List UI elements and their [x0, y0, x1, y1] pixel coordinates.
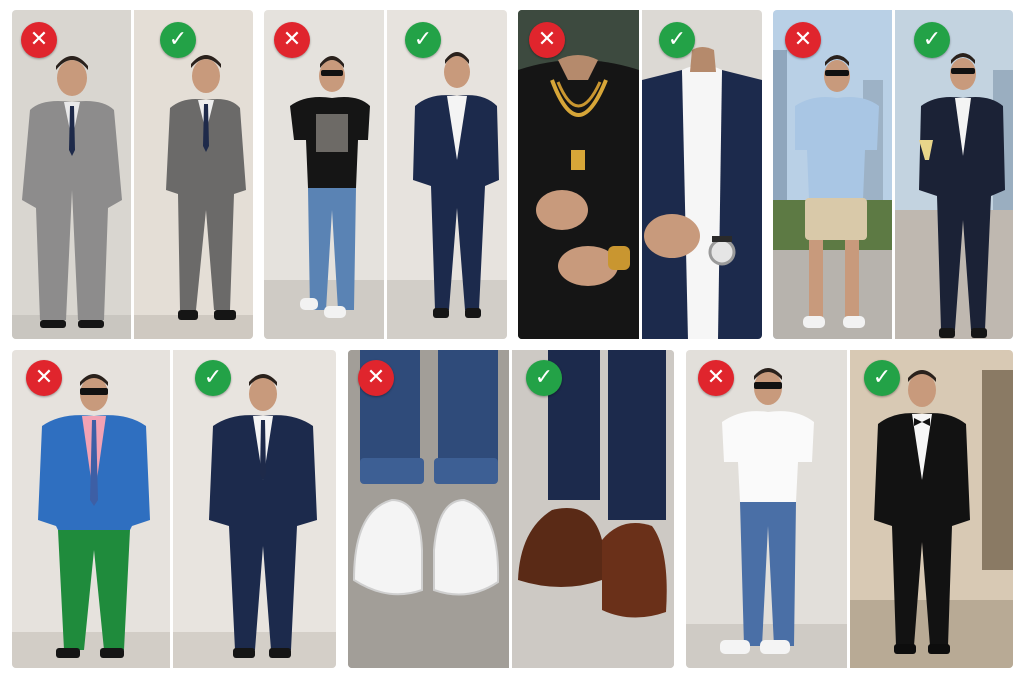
navy-blazer-figure [387, 52, 507, 339]
tee-and-jeans-figure [686, 368, 847, 668]
x-mark-icon: ✕ [358, 360, 394, 396]
good-panel-navy-suit: ✓ [173, 350, 336, 668]
graphic-tee-figure [264, 56, 384, 339]
good-panel-simple-watch: ✓ [642, 10, 762, 339]
x-mark-icon: ✕ [698, 360, 734, 396]
bad-panel-sneakers: ✕ [348, 350, 509, 668]
good-panel-tuxedo: ✓ [850, 350, 1013, 668]
comparison-card-formal-event: ✕ ✓ [686, 350, 1013, 668]
clashing-colors-figure [12, 374, 170, 668]
good-panel-dark-suit: ✓ [895, 10, 1013, 339]
shorts-outfit-figure [773, 50, 892, 339]
dark-suit-champagne-figure [895, 53, 1013, 339]
comparison-card-event-dress: ✕ ✓ [773, 10, 1013, 339]
checkmark-icon: ✓ [914, 22, 950, 58]
tuxedo-figure [850, 370, 1013, 668]
comparison-card-jewelry: ✕ ✓ [518, 10, 762, 339]
white-sneakers-closeup [348, 350, 509, 668]
simple-watch-closeup [642, 47, 762, 339]
x-mark-icon: ✕ [529, 22, 565, 58]
brown-oxfords-closeup [512, 350, 674, 668]
comparison-card-graphic-tee-vs-blazer: ✕ ✓ [264, 10, 507, 339]
bad-panel-graphic-tee: ✕ [264, 10, 384, 339]
checkmark-icon: ✓ [526, 360, 562, 396]
bad-panel-shorts-outfit: ✕ [773, 10, 892, 339]
good-panel-tailored-suit: ✓ [134, 10, 253, 339]
navy-suit-figure [173, 374, 336, 668]
x-mark-icon: ✕ [21, 22, 57, 58]
oversized-suit-figure [12, 56, 131, 339]
checkmark-icon: ✓ [864, 360, 900, 396]
bad-panel-clashing-colors: ✕ [12, 350, 170, 668]
gold-chains-closeup [518, 10, 639, 339]
comparison-card-color-clash: ✕ ✓ [12, 350, 336, 668]
checkmark-icon: ✓ [659, 22, 695, 58]
bad-panel-gold-chains: ✕ [518, 10, 639, 339]
x-mark-icon: ✕ [26, 360, 62, 396]
comparison-card-footwear: ✕ ✓ [348, 350, 674, 668]
good-panel-navy-blazer: ✓ [387, 10, 507, 339]
x-mark-icon: ✕ [785, 22, 821, 58]
x-mark-icon: ✕ [274, 22, 310, 58]
checkmark-icon: ✓ [405, 22, 441, 58]
tailored-suit-figure [134, 55, 253, 339]
comparison-card-suit-fit: ✕ ✓ [12, 10, 253, 339]
bad-panel-oversized-suit: ✕ [12, 10, 131, 339]
good-panel-oxfords: ✓ [512, 350, 674, 668]
checkmark-icon: ✓ [160, 22, 196, 58]
bad-panel-tee-and-jeans: ✕ [686, 350, 847, 668]
checkmark-icon: ✓ [195, 360, 231, 396]
